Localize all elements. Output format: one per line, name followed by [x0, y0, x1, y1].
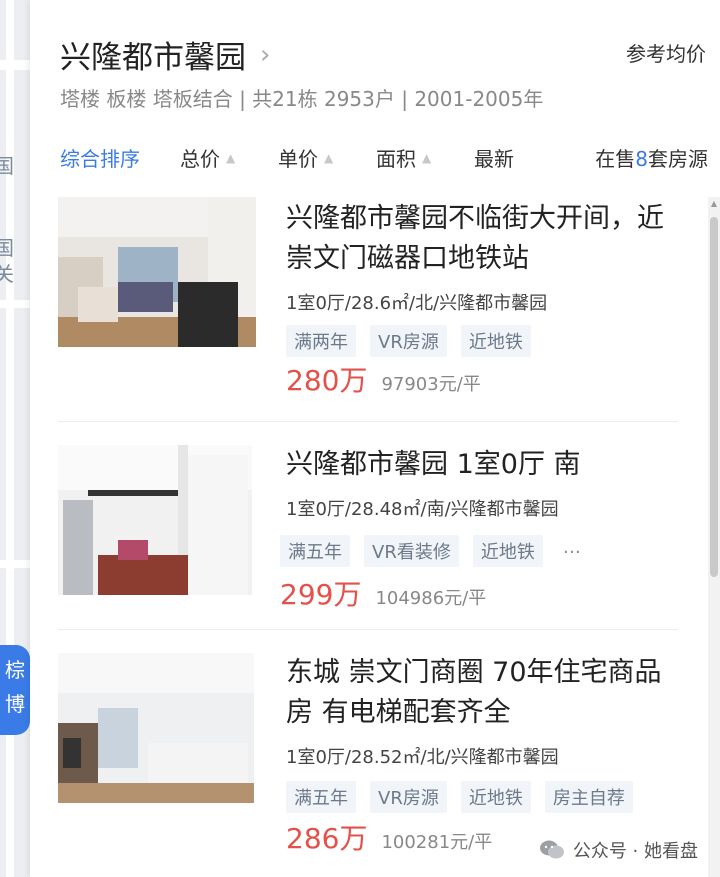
listing-unit-price: 100281元/平: [381, 832, 493, 853]
listing-photo[interactable]: [58, 197, 256, 347]
listing-total-price: 299万: [280, 578, 362, 611]
listing-total-price: 280万: [286, 364, 368, 397]
map-road: [0, 560, 30, 568]
divider: [58, 629, 678, 630]
map-label: 国: [0, 154, 14, 178]
chevron-right-icon: ›: [260, 39, 271, 70]
sort-newest[interactable]: 最新: [474, 143, 514, 172]
listing-meta: 1室0厅/28.48㎡/南/兴隆都市馨园: [286, 499, 559, 520]
sort-bar: 综合排序 总价 ▲ 单价 ▲ 面积 ▲ 最新 在售8套房源: [30, 135, 720, 181]
listing-tag: 满五年: [280, 535, 350, 567]
scroll-up-icon[interactable]: ▲: [708, 199, 720, 208]
listing-tag: VR房源: [370, 781, 447, 813]
on-sale-suffix: 套房源: [648, 147, 708, 171]
listing-total-price: 286万: [286, 822, 368, 855]
listing-scrollbar[interactable]: ▲: [708, 197, 720, 877]
listing-title[interactable]: 兴隆都市馨园不临街大开间，近崇文门磁器口地铁站: [286, 199, 686, 279]
community-subtitle: 塔楼 板楼 塔板结合 | 共21栋 2953户 | 2001-2005年: [60, 87, 544, 111]
listing-tag: 满两年: [286, 325, 356, 357]
listing-tags: 满五年 VR房源 近地铁 房主自荐: [286, 781, 647, 813]
listing-unit-price: 97903元/平: [381, 374, 481, 395]
sort-label: 单价: [278, 147, 318, 171]
listing-photo[interactable]: [58, 653, 254, 803]
listing-price-row: 280万 97903元/平: [286, 359, 481, 399]
on-sale-count: 在售8套房源: [595, 143, 708, 172]
sort-label: 面积: [376, 147, 416, 171]
listing-tag: 近地铁: [460, 781, 531, 813]
listing-tag: VR房源: [370, 325, 447, 357]
map-area[interactable]: 国 国 关 棕 博: [0, 0, 30, 877]
map-label: 关: [0, 262, 14, 286]
community-title-link[interactable]: 兴隆都市馨园 ›: [60, 32, 270, 77]
sort-arrow-icon: ▲: [324, 150, 334, 165]
listing-price-row: 286万 100281元/平: [286, 817, 492, 857]
more-tags-ellipsis[interactable]: …: [563, 535, 581, 567]
sort-arrow-icon: ▲: [422, 150, 432, 165]
listing-item[interactable]: 兴隆都市馨园 1室0厅 南 1室0厅/28.48㎡/南/兴隆都市馨园 满五年 V…: [58, 445, 678, 630]
sort-default[interactable]: 综合排序: [60, 143, 140, 172]
listing-title[interactable]: 兴隆都市馨园 1室0厅 南: [286, 445, 686, 485]
sort-unit-price[interactable]: 单价 ▲: [278, 143, 333, 172]
listing-tags: 满五年 VR看装修 近地铁 …: [280, 535, 581, 567]
listing-tags: 满两年 VR房源 近地铁: [286, 325, 545, 357]
map-poi-marker[interactable]: 棕 博: [0, 645, 30, 735]
map-poi-label: 棕: [5, 658, 25, 682]
listing-tag: 房主自荐: [544, 781, 633, 813]
listing-meta: 1室0厅/28.52㎡/北/兴隆都市馨园: [286, 747, 559, 768]
sort-label: 总价: [180, 147, 220, 171]
on-sale-number: 8: [635, 147, 648, 171]
sort-label: 综合排序: [60, 147, 140, 171]
sort-total-price[interactable]: 总价 ▲: [180, 143, 235, 172]
listing-tag: 满五年: [286, 781, 356, 813]
reference-price-link[interactable]: 参考均价: [626, 38, 706, 67]
wechat-icon: [539, 840, 564, 859]
listing-photo[interactable]: [58, 445, 252, 595]
listing-unit-price: 104986元/平: [375, 588, 487, 609]
community-title: 兴隆都市馨园: [60, 40, 246, 76]
sort-area[interactable]: 面积 ▲: [376, 143, 431, 172]
map-road: [0, 300, 30, 308]
listing-tag: 近地铁: [460, 325, 531, 357]
map-road: [0, 60, 30, 70]
listing-item[interactable]: 兴隆都市馨园不临街大开间，近崇文门磁器口地铁站 1室0厅/28.6㎡/北/兴隆都…: [58, 197, 678, 422]
listing-tag: VR看装修: [364, 535, 459, 567]
watermark-text: 公众号 · 她看盘: [572, 841, 698, 862]
map-road: [6, 0, 14, 877]
divider: [58, 421, 678, 422]
listing-tag: 近地铁: [472, 535, 543, 567]
listing-meta: 1室0厅/28.6㎡/北/兴隆都市馨园: [286, 293, 548, 314]
listing-title[interactable]: 东城 崇文门商圈 70年住宅商品房 有电梯配套齐全: [286, 653, 686, 733]
map-poi-label: 博: [5, 692, 25, 716]
sort-label: 最新: [474, 147, 514, 171]
map-label: 国: [0, 236, 14, 260]
on-sale-prefix: 在售: [595, 147, 636, 171]
watermark: 公众号 · 她看盘: [539, 837, 698, 863]
scrollbar-thumb[interactable]: [710, 217, 718, 577]
sort-arrow-icon: ▲: [226, 150, 236, 165]
community-header: 兴隆都市馨园 › 参考均价 塔楼 板楼 塔板结合 | 共21栋 2953户 | …: [30, 0, 720, 125]
listing-price-row: 299万 104986元/平: [280, 573, 486, 613]
community-panel: 兴隆都市馨园 › 参考均价 塔楼 板楼 塔板结合 | 共21栋 2953户 | …: [30, 0, 720, 877]
